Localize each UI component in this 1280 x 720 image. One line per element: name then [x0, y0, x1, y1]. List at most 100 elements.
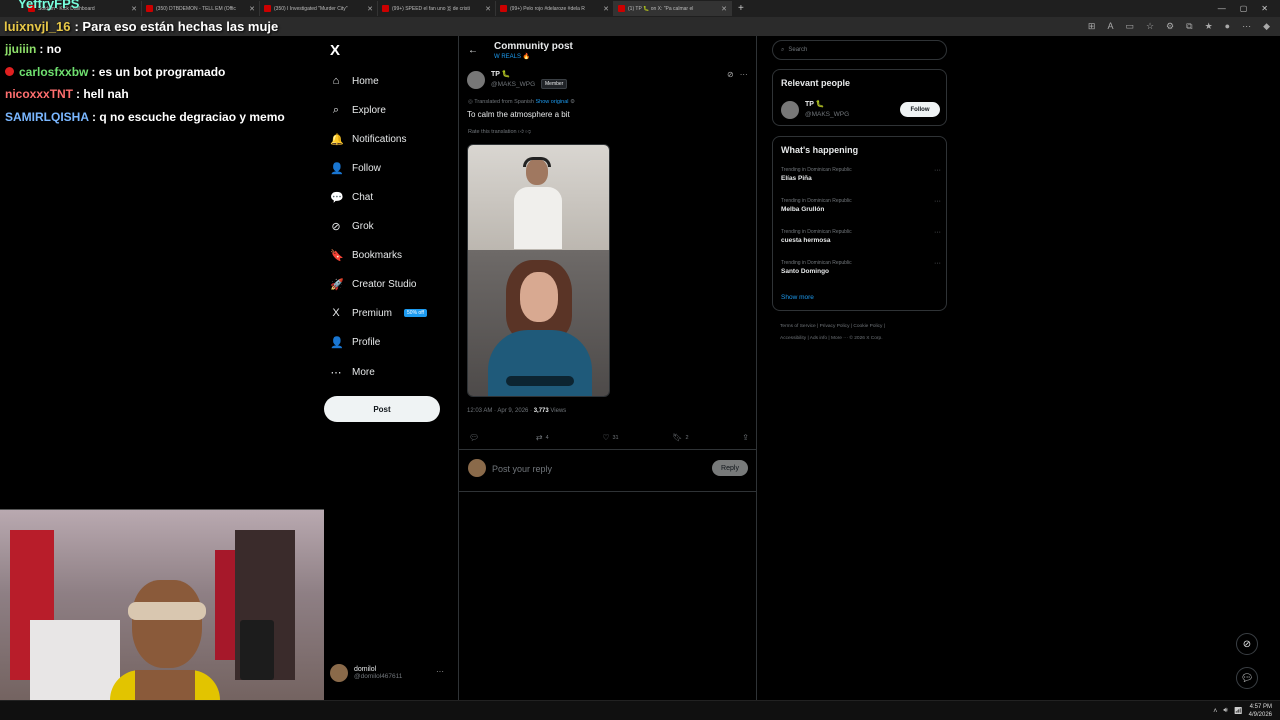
browser-tab[interactable]: (350) DTBDEMON - TELL EM (Offic ✕	[142, 1, 260, 16]
account-switcher[interactable]: domilol @domilol467611 ···	[330, 664, 444, 682]
reply-action[interactable]: 💬︎	[469, 433, 482, 442]
relevant-person-name[interactable]: TP 🐛	[805, 100, 824, 108]
avatar[interactable]	[781, 101, 799, 119]
collections-icon[interactable]: ⧉	[1186, 21, 1192, 32]
person-add-icon: 👤	[330, 162, 344, 175]
nav-item-label: Explore	[352, 104, 386, 116]
messages-fab-icon[interactable]: 💬︎	[1236, 667, 1258, 689]
read-aloud-icon[interactable]: A	[1107, 21, 1113, 32]
extensions-icon[interactable]: ⚙	[1166, 21, 1174, 32]
profile-icon: 👤	[330, 336, 344, 349]
settings-icon[interactable]: ⚙	[570, 99, 575, 105]
sound-icon[interactable]: 🔊︎	[1223, 707, 1227, 715]
window-controls: — ▢ ✕	[1218, 4, 1280, 13]
chevron-up-icon[interactable]: ˄	[1213, 708, 1217, 715]
nav-item-more[interactable]: ⋯ More	[330, 362, 375, 382]
copilot-icon[interactable]: ◆	[1263, 21, 1270, 32]
close-tab-icon[interactable]: ✕	[721, 5, 727, 13]
nav-item-home[interactable]: ⌂ Home	[330, 71, 379, 91]
grok-icon[interactable]: ⊘	[727, 70, 734, 79]
repost-action[interactable]: ⇄ 4	[536, 433, 549, 442]
trend-item[interactable]: Trending in Dominican Republic cuesta her…	[781, 229, 941, 244]
trend-item[interactable]: Trending in Dominican Republic Elías Piña…	[781, 167, 941, 182]
trend-more-icon[interactable]: ···	[934, 198, 941, 205]
show-more-link[interactable]: Show more	[781, 294, 814, 301]
nav-item-label: Premium	[352, 307, 393, 319]
reply-input[interactable]: Post your reply	[492, 464, 552, 474]
minimize-icon[interactable]: —	[1218, 4, 1226, 13]
post-video[interactable]	[467, 144, 610, 397]
x-logo-icon[interactable]: X	[330, 42, 340, 59]
post-button[interactable]: Post	[324, 396, 440, 422]
thumbs-up-icon[interactable]: 👍︎	[518, 129, 524, 135]
install-icon[interactable]: ⊞	[1088, 21, 1096, 32]
search-input[interactable]: ⌕ Search	[772, 40, 947, 60]
browser-tab[interactable]: (350) I Investigated "Murder City" ✕	[260, 1, 378, 16]
author-avatar[interactable]	[467, 71, 485, 89]
show-original-link[interactable]: Show original	[536, 99, 569, 105]
trend-more-icon[interactable]: ···	[934, 229, 941, 236]
footer-line[interactable]: Accessibility | Ads info | More ··· © 20…	[780, 333, 950, 345]
nav-item-premium[interactable]: X Premium 50% off	[330, 303, 427, 323]
chat-text: : no	[39, 42, 62, 57]
back-arrow-icon[interactable]: ←	[468, 45, 478, 56]
trend-item[interactable]: Trending in Dominican Republic Santo Domi…	[781, 260, 941, 275]
rate-translation: Rate this translation 👍︎ 👎︎	[468, 129, 531, 135]
reply-button[interactable]: Reply	[712, 460, 748, 476]
new-tab-button[interactable]: +	[732, 3, 750, 14]
close-tab-icon[interactable]: ✕	[249, 5, 255, 13]
browser-tab-bar: Soldam - Kick Dashboard ✕ (350) DTBDEMON -…	[0, 0, 1280, 17]
system-tray: ˄ 🔊︎ 📶︎ 4:57 PM 4/9/2026	[1213, 703, 1272, 719]
browser-tab[interactable]: (99+) SPEED el fan uno 🇩 de cristi ✕	[378, 1, 496, 16]
chat-username: nicoxxxTNT	[5, 87, 74, 102]
trend-more-icon[interactable]: ···	[934, 167, 941, 174]
share-action[interactable]: ⇪	[742, 433, 749, 442]
close-tab-icon[interactable]: ✕	[485, 5, 491, 13]
close-tab-icon[interactable]: ✕	[367, 5, 373, 13]
maximize-icon[interactable]: ▢	[1240, 4, 1248, 13]
relevant-people-card: Relevant people TP 🐛 @MAKS_WPG Follow	[772, 69, 947, 126]
footer-line[interactable]: Terms of Service | Privacy Policy | Cook…	[780, 321, 950, 333]
browser-tab[interactable]: (1) TP 🐛 on X: "Pa calmar el ✕	[614, 1, 732, 16]
close-window-icon[interactable]: ✕	[1261, 4, 1268, 13]
post-time: 12:03 AM · Apr 9, 2026 ·	[467, 408, 534, 414]
relevant-person-handle[interactable]: @MAKS_WPG	[805, 111, 849, 118]
author-name[interactable]: TP 🐛	[491, 70, 510, 78]
highlight-text: : Para eso están hechas las muje	[74, 18, 279, 34]
favorite-star-icon[interactable]: ☆	[1146, 21, 1154, 32]
grok-fab-icon[interactable]: ⊘	[1236, 633, 1258, 655]
bookmark-action[interactable]: 🔖︎ 2	[672, 433, 688, 442]
nav-item-explore[interactable]: ⌕ Explore	[330, 100, 386, 120]
trend-item[interactable]: Trending in Dominican Republic Melba Grul…	[781, 198, 941, 213]
author-handle[interactable]: @MAKS_WPG	[491, 81, 535, 88]
nav-item-chat[interactable]: 💬 Chat	[330, 187, 373, 207]
follow-button[interactable]: Follow	[900, 102, 940, 117]
rate-translation-label: Rate this translation	[468, 129, 517, 135]
tab-title: (99+) SPEED el fan uno 🇩 de cristi	[392, 5, 470, 12]
nav-item-creator-studio[interactable]: 🚀 Creator Studio	[330, 274, 416, 294]
split-screen-icon[interactable]: ▭	[1125, 21, 1134, 32]
profile-avatar-icon[interactable]: ●	[1225, 21, 1230, 32]
trend-more-icon[interactable]: ···	[934, 260, 941, 267]
more-dots-icon[interactable]: ···	[436, 667, 444, 676]
whats-happening-card: What's happening Trending in Dominican R…	[772, 136, 947, 311]
post-more-icon[interactable]: ···	[740, 70, 748, 79]
like-action[interactable]: ♡ 31	[602, 433, 618, 442]
repost-count: 4	[545, 434, 549, 441]
nav-item-bookmarks[interactable]: 🔖 Bookmarks	[330, 245, 402, 265]
search-placeholder: Search	[788, 47, 808, 53]
community-link[interactable]: W REALS 🔥	[494, 53, 530, 60]
favorites-icon[interactable]: ★	[1205, 21, 1213, 32]
nav-item-follow[interactable]: 👤 Follow	[330, 158, 381, 178]
clock[interactable]: 4:57 PM 4/9/2026	[1249, 703, 1272, 719]
chat-message: carlosfxxbw: es un bot programado	[0, 61, 322, 84]
nav-item-notifications[interactable]: 🔔 Notifications	[330, 129, 406, 149]
nav-item-grok[interactable]: ⊘ Grok	[330, 216, 373, 236]
network-icon[interactable]: 📶︎	[1234, 707, 1243, 715]
nav-item-profile[interactable]: 👤 Profile	[330, 332, 380, 352]
thumbs-down-icon[interactable]: 👎︎	[525, 129, 531, 135]
browser-tab[interactable]: (99+) Pelo rojo #delaroze #dela R ✕	[496, 1, 614, 16]
close-tab-icon[interactable]: ✕	[603, 5, 609, 13]
close-tab-icon[interactable]: ✕	[131, 5, 137, 13]
browser-menu-icon[interactable]: ⋯	[1242, 21, 1251, 32]
